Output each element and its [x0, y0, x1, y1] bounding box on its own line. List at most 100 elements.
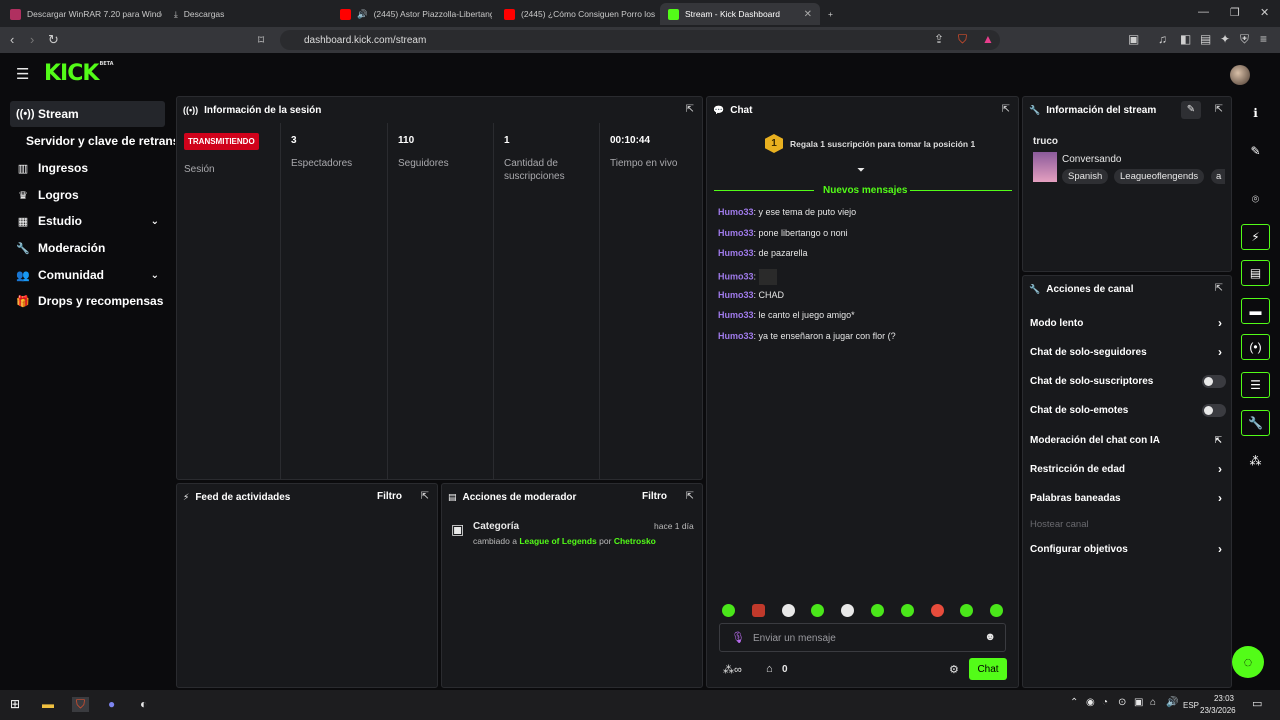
- emote-icon[interactable]: [931, 604, 944, 617]
- app-icon[interactable]: ◐: [140, 697, 147, 711]
- infinity-points-icon[interactable]: ⁂∞: [723, 663, 742, 676]
- stream-category[interactable]: Conversando: [1062, 154, 1121, 165]
- new-tab-button[interactable]: +: [824, 3, 844, 25]
- popout-icon[interactable]: ⇱: [686, 491, 694, 502]
- popout-icon[interactable]: ⇱: [1215, 104, 1223, 115]
- emote-icon[interactable]: [841, 604, 854, 617]
- mod-entry-user[interactable]: Chetrosko: [614, 536, 656, 546]
- menu-icon[interactable]: ≡: [1260, 32, 1267, 46]
- emoji-icon[interactable]: ☻: [984, 631, 996, 643]
- gear-icon[interactable]: ⚙: [949, 663, 959, 676]
- emote-icon[interactable]: [752, 604, 765, 617]
- broadcast-icon[interactable]: (•): [1241, 334, 1270, 360]
- hamburger-icon[interactable]: ☰: [16, 65, 29, 83]
- tray-icon[interactable]: ▣: [1134, 697, 1143, 708]
- emote-icon[interactable]: [960, 604, 973, 617]
- windows-start-icon[interactable]: ⊞: [10, 697, 20, 711]
- stream-tag[interactable]: Spanish: [1062, 169, 1109, 184]
- chat-username[interactable]: Humo33: [718, 228, 754, 238]
- help-chat-icon[interactable]: ◌: [1232, 646, 1264, 678]
- new-messages-divider[interactable]: Nuevos mensajes: [823, 185, 908, 196]
- vpn-icon[interactable]: ⛨: [1240, 32, 1249, 47]
- users-icon[interactable]: ⁂: [1241, 448, 1270, 474]
- category-thumbnail[interactable]: [1033, 152, 1057, 182]
- chat-input[interactable]: 🎙 Enviar un mensaje ☻: [719, 623, 1006, 652]
- tray-icon[interactable]: ◉: [1086, 697, 1095, 708]
- edit-icon[interactable]: ✎: [1181, 101, 1201, 119]
- sidebar-item-income[interactable]: ▥ Ingresos: [10, 155, 165, 181]
- rewards-icon[interactable]: ▲: [982, 32, 994, 46]
- chat-username[interactable]: Humo33: [718, 290, 754, 300]
- stream-tag[interactable]: Leagueoflengends: [1114, 169, 1205, 184]
- store-icon[interactable]: ⌂: [766, 663, 773, 675]
- reader-icon[interactable]: ▣: [1128, 32, 1139, 46]
- emote-icon[interactable]: [901, 604, 914, 617]
- reload-icon[interactable]: ↻: [48, 32, 59, 48]
- notification-icon[interactable]: ▭: [1252, 697, 1262, 710]
- close-tab-icon[interactable]: ✕: [804, 9, 812, 20]
- url-field[interactable]: dashboard.kick.com/stream: [280, 30, 1000, 50]
- emote-icon[interactable]: [871, 604, 884, 617]
- bookmark-icon[interactable]: ⌑: [258, 32, 264, 48]
- action-followers-only[interactable]: Chat de solo-seguidores ›: [1030, 344, 1226, 360]
- microphone-icon[interactable]: 🎙: [731, 631, 745, 644]
- sidebar-item-stream[interactable]: ((•)) Stream: [10, 101, 165, 127]
- browser-tab[interactable]: ⤓ Descargas: [166, 3, 326, 25]
- chat-bubble-icon[interactable]: ▬: [1241, 298, 1270, 324]
- popout-icon[interactable]: ⇱: [1215, 283, 1223, 294]
- chat-username[interactable]: Humo33: [718, 248, 754, 258]
- emote-icon[interactable]: [782, 604, 795, 617]
- network-icon[interactable]: ⌂: [1150, 697, 1156, 708]
- restore-icon[interactable]: ❐: [1230, 6, 1240, 19]
- mod-entry-category[interactable]: League of Legends: [519, 536, 596, 546]
- brave-browser-icon[interactable]: ⛉: [72, 697, 90, 712]
- action-age-restriction[interactable]: Restricción de edad ›: [1030, 461, 1226, 477]
- chat-username[interactable]: Humo33: [718, 271, 754, 281]
- back-icon[interactable]: ‹: [10, 32, 14, 48]
- bolt-icon[interactable]: ⚡: [1241, 224, 1270, 250]
- emote-icon[interactable]: [811, 604, 824, 617]
- chat-username[interactable]: Humo33: [718, 331, 754, 341]
- send-chat-button[interactable]: Chat: [969, 658, 1007, 680]
- stream-tag[interactable]: a: [1211, 169, 1225, 184]
- screenshot-icon[interactable]: ⌾: [1241, 186, 1270, 212]
- kick-logo[interactable]: KICKBETA: [44, 61, 114, 86]
- browser-tab[interactable]: Descargar WinRAR 7.20 para Windows: [2, 3, 162, 25]
- pinned-collapse-icon[interactable]: ⏷: [857, 165, 865, 176]
- pencil-icon[interactable]: ✎: [1241, 138, 1270, 164]
- close-window-icon[interactable]: ✕: [1260, 6, 1269, 19]
- emotes-only-toggle[interactable]: [1202, 403, 1226, 417]
- tray-icon[interactable]: ◔: [1102, 697, 1108, 708]
- popout-icon[interactable]: ⇱: [1002, 104, 1010, 115]
- media-icon[interactable]: ♫: [1158, 32, 1167, 46]
- tray-icon[interactable]: ⊙: [1118, 697, 1126, 708]
- action-slow-mode[interactable]: Modo lento ›: [1030, 315, 1226, 331]
- chat-username[interactable]: Humo33: [718, 207, 754, 217]
- clock-time[interactable]: 23:03: [1206, 694, 1242, 703]
- chat-username[interactable]: Humo33: [718, 310, 754, 320]
- list-icon[interactable]: ☰: [1241, 372, 1270, 398]
- sidebar-item-community[interactable]: 👥 Comunidad ⌄: [10, 262, 165, 288]
- popout-icon[interactable]: ⇱: [421, 491, 429, 502]
- browser-tab-active[interactable]: Stream - Kick Dashboard ✕: [660, 3, 820, 25]
- emote-icon[interactable]: [990, 604, 1003, 617]
- share-icon[interactable]: ⇪: [934, 32, 944, 46]
- file-explorer-icon[interactable]: ▬: [42, 697, 54, 711]
- sidebar-item-server-key[interactable]: Servidor y clave de retransmisión: [20, 128, 175, 154]
- document-icon[interactable]: ▤: [1241, 260, 1270, 286]
- action-configure-goals[interactable]: Configurar objetivos ›: [1030, 541, 1226, 557]
- leo-icon[interactable]: ✦: [1220, 32, 1230, 46]
- action-banned-words[interactable]: Palabras baneadas ›: [1030, 490, 1226, 506]
- chevron-up-icon[interactable]: ⌃: [1070, 697, 1078, 708]
- emote-icon[interactable]: [722, 604, 735, 617]
- filter-button[interactable]: Filtro: [642, 491, 667, 502]
- discord-icon[interactable]: ●: [108, 697, 115, 711]
- action-ai-moderation[interactable]: Moderación del chat con IA ⇱: [1030, 432, 1226, 448]
- browser-tab[interactable]: 🔊 (2445) Astor Piazzolla-Libertango: [332, 3, 492, 25]
- volume-icon[interactable]: 🔊: [1166, 697, 1178, 708]
- sidebar-item-moderation[interactable]: 🔧 Moderación: [10, 235, 165, 261]
- brave-shield-icon[interactable]: ⛉: [958, 32, 967, 47]
- forward-icon[interactable]: ›: [30, 32, 34, 48]
- user-avatar[interactable]: [1230, 65, 1250, 85]
- filter-button[interactable]: Filtro: [377, 491, 402, 502]
